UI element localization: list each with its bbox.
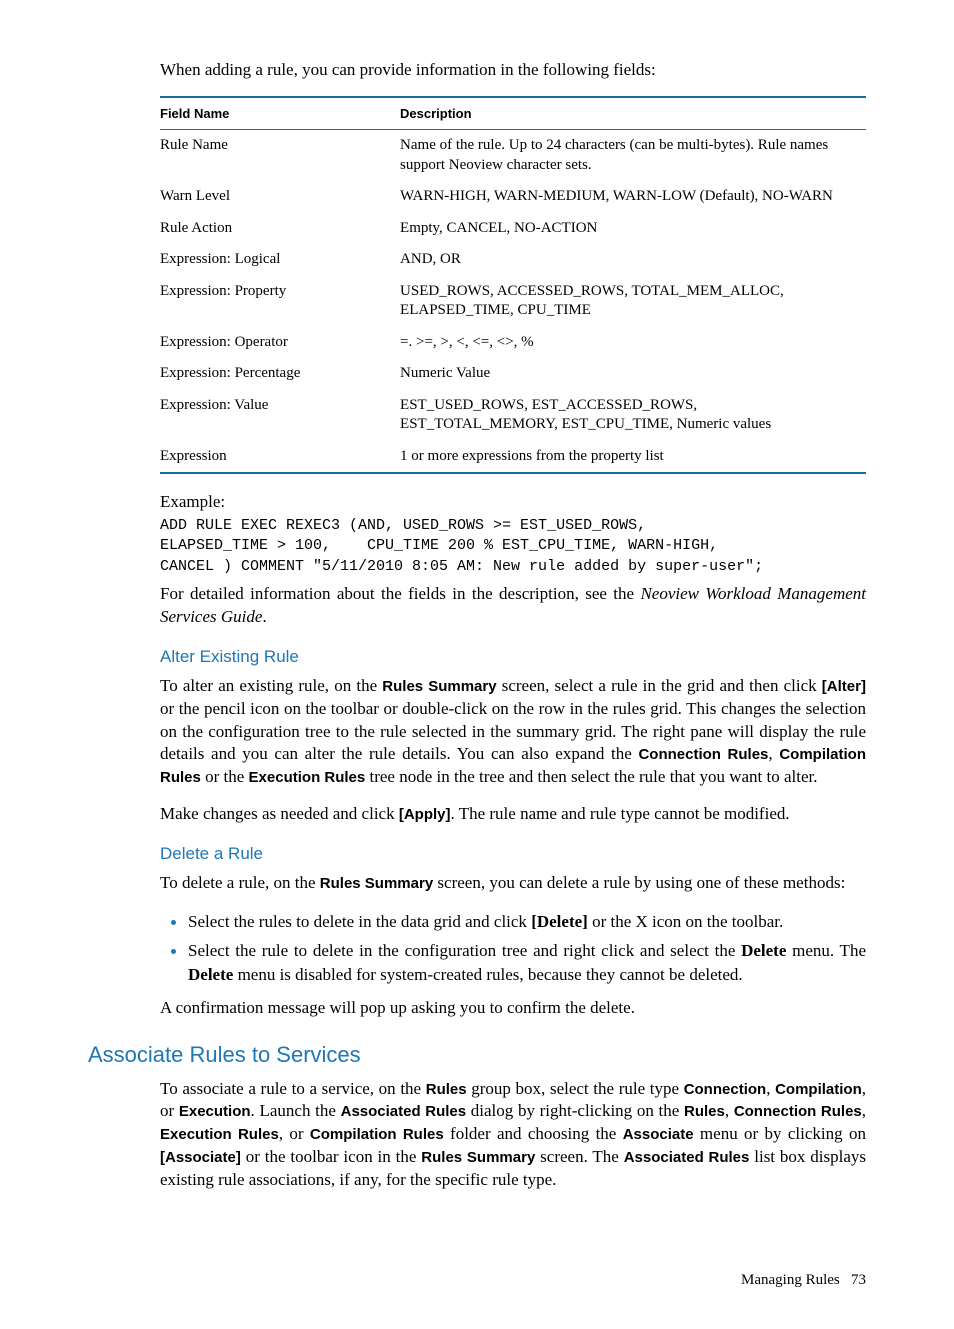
intro-text: When adding a rule, you can provide info… (160, 60, 866, 80)
cell-desc: Numeric Value (400, 358, 866, 390)
cell-desc: Name of the rule. Up to 24 characters (c… (400, 130, 866, 182)
table-row: Expression: LogicalAND, OR (160, 244, 866, 276)
cell-desc: Empty, CANCEL, NO-ACTION (400, 213, 866, 245)
cell-desc: EST_USED_ROWS, EST_ACCESSED_ROWS, EST_TO… (400, 390, 866, 441)
alter-paragraph-2: Make changes as needed and click [Apply]… (160, 803, 866, 826)
page-footer: Managing Rules 73 (88, 1272, 866, 1289)
alter-paragraph-1: To alter an existing rule, on the Rules … (160, 675, 866, 790)
example-label: Example: (160, 492, 866, 512)
th-field: Field Name (160, 97, 400, 130)
cell-field: Expression: Logical (160, 244, 400, 276)
cell-desc: AND, OR (400, 244, 866, 276)
table-row: Expression: PropertyUSED_ROWS, ACCESSED_… (160, 276, 866, 327)
cell-field: Rule Name (160, 130, 400, 182)
example-code: ADD RULE EXEC REXEC3 (AND, USED_ROWS >= … (160, 516, 866, 577)
cell-desc: USED_ROWS, ACCESSED_ROWS, TOTAL_MEM_ALLO… (400, 276, 866, 327)
alter-heading: Alter Existing Rule (160, 647, 866, 667)
associate-paragraph: To associate a rule to a service, on the… (160, 1078, 866, 1193)
delete-paragraph-1: To delete a rule, on the Rules Summary s… (160, 872, 866, 895)
list-item: Select the rules to delete in the data g… (188, 909, 866, 934)
associate-heading: Associate Rules to Services (88, 1042, 866, 1068)
cell-field: Expression: Property (160, 276, 400, 327)
delete-paragraph-2: A confirmation message will pop up askin… (160, 997, 866, 1020)
table-row: Expression: ValueEST_USED_ROWS, EST_ACCE… (160, 390, 866, 441)
cell-field: Expression: Value (160, 390, 400, 441)
table-row: Rule ActionEmpty, CANCEL, NO-ACTION (160, 213, 866, 245)
cell-desc: =. >=, >, <, <=, <>, % (400, 327, 866, 359)
table-row: Expression1 or more expressions from the… (160, 441, 866, 474)
cell-desc: 1 or more expressions from the property … (400, 441, 866, 474)
table-row: Expression: Operator=. >=, >, <, <=, <>,… (160, 327, 866, 359)
fields-table: Field Name Description Rule NameName of … (160, 96, 866, 474)
cell-field: Warn Level (160, 181, 400, 213)
cell-field: Expression: Operator (160, 327, 400, 359)
cell-field: Expression (160, 441, 400, 474)
table-row: Warn LevelWARN-HIGH, WARN-MEDIUM, WARN-L… (160, 181, 866, 213)
detail-paragraph: For detailed information about the field… (160, 583, 866, 629)
cell-field: Expression: Percentage (160, 358, 400, 390)
list-item: Select the rule to delete in the configu… (188, 938, 866, 987)
th-desc: Description (400, 97, 866, 130)
delete-heading: Delete a Rule (160, 844, 866, 864)
cell-field: Rule Action (160, 213, 400, 245)
cell-desc: WARN-HIGH, WARN-MEDIUM, WARN-LOW (Defaul… (400, 181, 866, 213)
table-row: Expression: PercentageNumeric Value (160, 358, 866, 390)
table-row: Rule NameName of the rule. Up to 24 char… (160, 130, 866, 182)
delete-bullets: Select the rules to delete in the data g… (160, 909, 866, 986)
